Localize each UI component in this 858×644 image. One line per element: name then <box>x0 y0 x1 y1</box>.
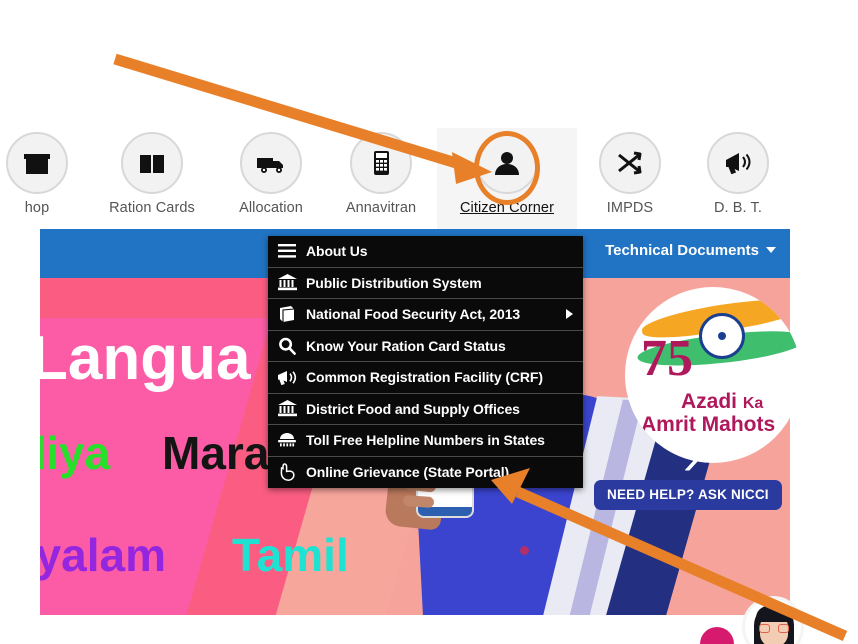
nav-label-shop: hop <box>24 200 50 216</box>
shirt-button <box>520 546 529 555</box>
nav-label-allocation: Allocation <box>239 200 303 216</box>
nav-item-annavitran[interactable]: Annavitran <box>325 128 437 230</box>
menu-item-know-your-ration-card-status[interactable]: Know Your Ration Card Status <box>268 331 583 362</box>
citizen-corner-dropdown-menu: About Us Public Distribution System Nati… <box>268 236 583 488</box>
nav-item-citizen-corner[interactable]: Citizen Corner <box>437 128 577 230</box>
book-icon <box>268 306 306 323</box>
person-icon <box>476 132 538 194</box>
nav-item-shop[interactable]: hop <box>0 128 92 230</box>
technical-documents-label: Technical Documents <box>605 242 759 259</box>
azadi-ka-amrit-mahotsav-logo: 75 Azadi Ka Amrit Mahots <box>625 287 801 463</box>
azadi-line-2: Amrit Mahots <box>641 413 776 436</box>
banner-word-marathi: Marat <box>162 427 285 479</box>
submenu-arrow-icon <box>566 309 573 320</box>
menu-item-online-grievance[interactable]: Online Grievance (State Portal) <box>268 457 583 489</box>
menu-item-national-food-security-act[interactable]: National Food Security Act, 2013 <box>268 299 583 331</box>
nav-item-impds[interactable]: IMPDS <box>577 128 683 230</box>
azadi-azadi-text: Azadi <box>681 390 738 413</box>
telephone-icon <box>268 432 306 448</box>
book-icon <box>121 132 183 194</box>
person-finger <box>402 494 435 509</box>
carousel-next-arrow[interactable]: › <box>683 432 700 482</box>
nav-label-ration-cards: Ration Cards <box>109 200 195 216</box>
menu-item-public-distribution-system[interactable]: Public Distribution System <box>268 268 583 299</box>
nav-item-dbt[interactable]: D. B. T. <box>684 128 792 230</box>
bank-icon <box>268 400 306 417</box>
banner-word-odiya: diya <box>40 427 111 479</box>
nav-label-impds: IMPDS <box>606 200 654 216</box>
hand-pointer-icon <box>268 463 306 482</box>
need-help-ask-nicci-button[interactable]: NEED HELP? ASK NICCI <box>594 480 782 510</box>
truck-icon <box>240 132 302 194</box>
pos-machine-icon <box>350 132 412 194</box>
nicci-assistant-avatar[interactable] <box>742 596 804 644</box>
menu-label-public-distribution-system: Public Distribution System <box>306 274 482 291</box>
hamburger-icon <box>268 244 306 258</box>
technical-documents-menu[interactable]: Technical Documents <box>605 242 776 259</box>
menu-label-toll-free-helpline-numbers: Toll Free Helpline Numbers in States <box>306 432 545 449</box>
pink-chat-bubble[interactable] <box>700 627 734 644</box>
azadi-line-1: Azadi Ka <box>681 390 763 414</box>
menu-label-about-us: About Us <box>306 243 368 260</box>
menu-item-toll-free-helpline-numbers[interactable]: Toll Free Helpline Numbers in States <box>268 425 583 457</box>
megaphone-icon <box>268 369 306 386</box>
chevron-down-icon <box>766 247 776 253</box>
nav-item-allocation[interactable]: Allocation <box>216 128 326 230</box>
screenshot-root: hop Ration Cards Allocation Annavitran C… <box>0 0 858 644</box>
banner-word-malayalam: ayalam <box>40 529 167 581</box>
menu-item-about-us[interactable]: About Us <box>268 236 583 268</box>
azadi-number: 75 <box>641 330 693 387</box>
avatar-bangs <box>756 606 792 622</box>
azadi-ka-text: Ka <box>742 395 764 412</box>
megaphone-icon <box>707 132 769 194</box>
nav-label-dbt: D. B. T. <box>713 200 763 216</box>
nav-label-annavitran: Annavitran <box>345 200 417 216</box>
menu-item-common-registration-facility[interactable]: Common Registration Facility (CRF) <box>268 362 583 394</box>
nav-item-ration-cards[interactable]: Ration Cards <box>96 128 208 230</box>
banner-word-tamil: Tamil <box>232 529 349 581</box>
menu-item-district-food-and-supply-offices[interactable]: District Food and Supply Offices <box>268 394 583 425</box>
search-icon <box>268 337 306 355</box>
menu-label-district-food-and-supply-offices: District Food and Supply Offices <box>306 400 520 417</box>
shuffle-arrows-icon <box>599 132 661 194</box>
icon-navigation-bar: hop Ration Cards Allocation Annavitran C… <box>0 128 858 230</box>
menu-label-national-food-security-act: National Food Security Act, 2013 <box>306 306 521 323</box>
menu-label-know-your-ration-card-status: Know Your Ration Card Status <box>306 337 506 354</box>
menu-label-common-registration-facility: Common Registration Facility (CRF) <box>306 369 543 386</box>
banner-word-language: Langua <box>40 324 251 393</box>
menu-label-online-grievance: Online Grievance (State Portal) <box>306 464 510 481</box>
shop-icon <box>6 132 68 194</box>
avatar-glasses-icon <box>759 624 789 633</box>
ashoka-chakra-icon <box>699 313 745 359</box>
nav-label-citizen-corner: Citizen Corner <box>459 200 555 216</box>
bank-icon <box>268 274 306 291</box>
